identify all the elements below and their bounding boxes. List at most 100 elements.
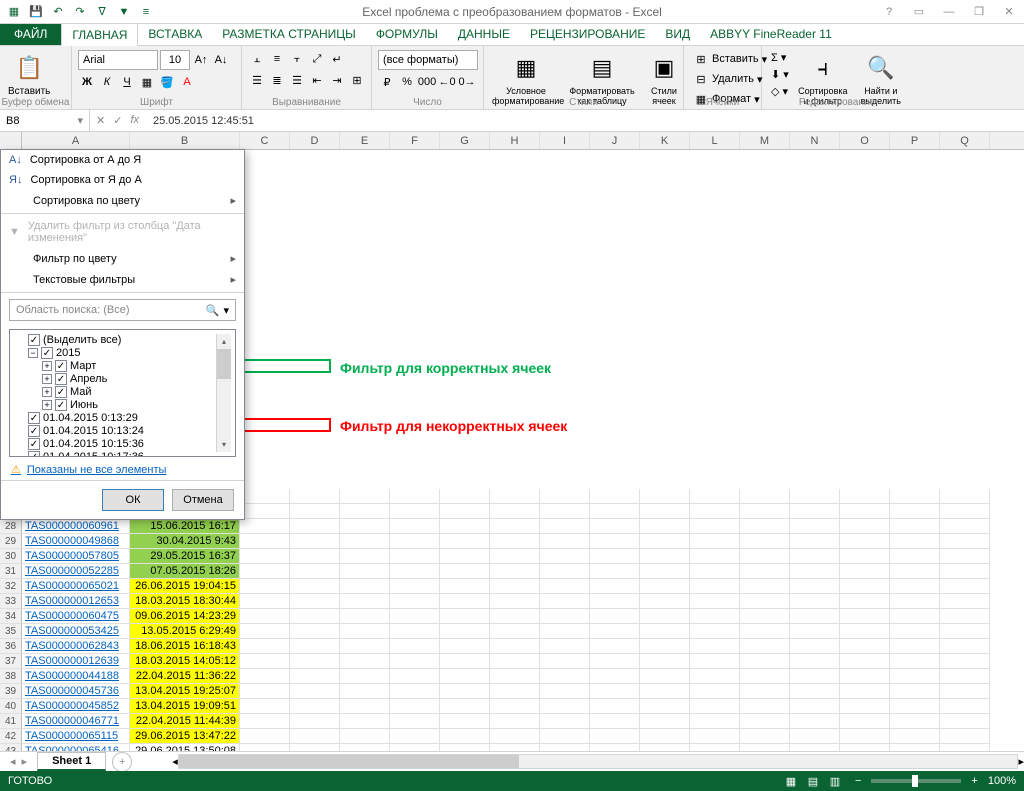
shrink-font-icon[interactable]: A↓	[212, 51, 230, 69]
cell-empty[interactable]	[940, 699, 990, 714]
redo-icon[interactable]: ↷	[70, 2, 90, 22]
cell-empty[interactable]	[640, 534, 690, 549]
cell-empty[interactable]	[290, 534, 340, 549]
cell-empty[interactable]	[240, 564, 290, 579]
font-color-icon[interactable]: A	[178, 73, 196, 91]
row-header[interactable]: 42	[0, 729, 22, 744]
cell-empty[interactable]	[740, 744, 790, 751]
cell-empty[interactable]	[940, 684, 990, 699]
cell-empty[interactable]	[390, 489, 440, 504]
tree-scrollbar[interactable]: ▴ ▾	[216, 334, 231, 452]
cell-empty[interactable]	[440, 519, 490, 534]
font-name-input[interactable]	[78, 50, 158, 70]
scroll-right-icon[interactable]: ▸	[1018, 755, 1024, 768]
cell-date[interactable]: 15.06.2015 16:17	[130, 519, 240, 534]
cell-empty[interactable]	[340, 714, 390, 729]
cell-empty[interactable]	[590, 534, 640, 549]
cell-empty[interactable]	[590, 744, 640, 751]
save-icon[interactable]: 💾	[26, 2, 46, 22]
cell-empty[interactable]	[340, 504, 390, 519]
cell-empty[interactable]	[940, 579, 990, 594]
cell-empty[interactable]	[440, 639, 490, 654]
col-header-q[interactable]: Q	[940, 132, 990, 149]
enter-formula-icon[interactable]: ✓	[113, 114, 122, 127]
cell-empty[interactable]	[890, 549, 940, 564]
cell-empty[interactable]	[940, 609, 990, 624]
cell-empty[interactable]	[390, 639, 440, 654]
col-header-k[interactable]: K	[640, 132, 690, 149]
cell-empty[interactable]	[440, 624, 490, 639]
cell-empty[interactable]	[640, 729, 690, 744]
cell-empty[interactable]	[840, 624, 890, 639]
cell-empty[interactable]	[440, 669, 490, 684]
cell-empty[interactable]	[740, 624, 790, 639]
align-right-icon[interactable]: ☰	[288, 71, 306, 89]
cell-empty[interactable]	[690, 489, 740, 504]
cell-empty[interactable]	[490, 504, 540, 519]
cell-empty[interactable]	[440, 579, 490, 594]
select-all-corner[interactable]	[0, 132, 22, 149]
cell-empty[interactable]	[290, 639, 340, 654]
cell-empty[interactable]	[790, 669, 840, 684]
sort-az-item[interactable]: A↓Сортировка от А до Я	[1, 150, 244, 170]
cell-empty[interactable]	[640, 684, 690, 699]
cell-empty[interactable]	[590, 609, 640, 624]
cell-empty[interactable]	[890, 609, 940, 624]
cell-empty[interactable]	[740, 594, 790, 609]
cell-empty[interactable]	[740, 669, 790, 684]
cell-empty[interactable]	[540, 714, 590, 729]
cell-empty[interactable]	[690, 624, 740, 639]
cell-empty[interactable]	[940, 549, 990, 564]
cell-empty[interactable]	[890, 699, 940, 714]
undo-icon[interactable]: ↶	[48, 2, 68, 22]
cell-empty[interactable]	[390, 519, 440, 534]
cell-empty[interactable]	[440, 594, 490, 609]
cell-empty[interactable]	[940, 504, 990, 519]
cell-empty[interactable]	[690, 579, 740, 594]
cell-empty[interactable]	[840, 654, 890, 669]
inc-decimal-icon[interactable]: ←0	[438, 73, 456, 91]
row-header[interactable]: 36	[0, 639, 22, 654]
cell-empty[interactable]	[340, 669, 390, 684]
cell-empty[interactable]	[340, 534, 390, 549]
cell-empty[interactable]	[590, 579, 640, 594]
row-header[interactable]: 32	[0, 579, 22, 594]
cell-empty[interactable]	[590, 504, 640, 519]
cell-empty[interactable]	[340, 579, 390, 594]
cell-empty[interactable]	[890, 504, 940, 519]
percent-icon[interactable]: %	[398, 73, 416, 91]
cell-empty[interactable]	[890, 744, 940, 751]
cell-empty[interactable]	[940, 519, 990, 534]
cell-empty[interactable]	[390, 654, 440, 669]
cell-empty[interactable]	[540, 594, 590, 609]
cell-empty[interactable]	[940, 654, 990, 669]
cell-empty[interactable]	[890, 684, 940, 699]
tab-data[interactable]: ДАННЫЕ	[448, 23, 520, 45]
cell-empty[interactable]	[240, 534, 290, 549]
minimize-icon[interactable]: —	[934, 0, 964, 24]
cell-empty[interactable]	[740, 564, 790, 579]
filter-color-item[interactable]: Фильтр по цвету▸	[1, 248, 244, 269]
cell-empty[interactable]	[490, 699, 540, 714]
cell-empty[interactable]	[590, 654, 640, 669]
cell-empty[interactable]	[890, 714, 940, 729]
tab-insert[interactable]: ВСТАВКА	[138, 23, 212, 45]
col-header-m[interactable]: M	[740, 132, 790, 149]
cell-empty[interactable]	[690, 519, 740, 534]
cancel-button[interactable]: Отмена	[172, 489, 234, 511]
cell-date[interactable]: 29.05.2015 16:37	[130, 549, 240, 564]
cell-empty[interactable]	[540, 564, 590, 579]
indent-dec-icon[interactable]: ⇤	[308, 71, 326, 89]
cell-empty[interactable]	[540, 579, 590, 594]
cell-empty[interactable]	[340, 654, 390, 669]
cell-empty[interactable]	[640, 714, 690, 729]
cell-date[interactable]: 22.04.2015 11:44:39	[130, 714, 240, 729]
row-header[interactable]: 37	[0, 654, 22, 669]
cell-empty[interactable]	[340, 639, 390, 654]
cell-empty[interactable]	[690, 564, 740, 579]
cell-date[interactable]: 09.06.2015 14:23:29	[130, 609, 240, 624]
tab-home[interactable]: ГЛАВНАЯ	[61, 23, 138, 46]
cell-empty[interactable]	[590, 624, 640, 639]
cell-empty[interactable]	[590, 489, 640, 504]
cell-empty[interactable]	[840, 639, 890, 654]
